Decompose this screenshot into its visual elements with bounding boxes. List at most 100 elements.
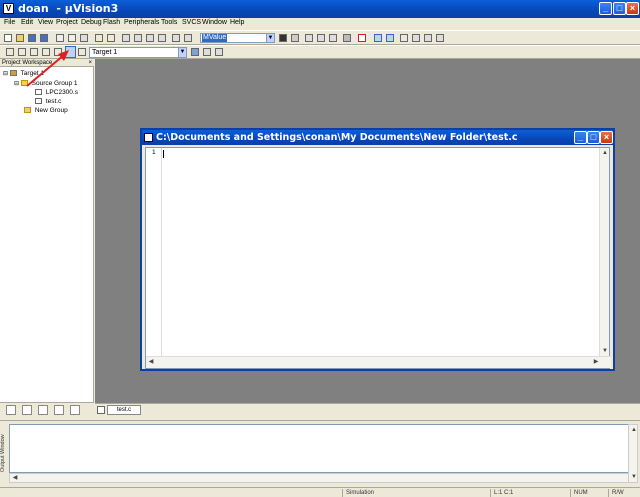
build-icon[interactable]: [18, 48, 26, 56]
menu-view[interactable]: View: [38, 19, 53, 26]
undo-icon[interactable]: [95, 34, 103, 42]
workspace-close-icon[interactable]: ×: [88, 59, 92, 67]
line-number: 1: [152, 149, 156, 156]
output-vertical-scrollbar[interactable]: ▲ ▼: [628, 424, 638, 483]
status-position: L:1 C:1: [490, 489, 570, 497]
editor-maximize-button[interactable]: □: [587, 131, 600, 144]
tree-item-new-group[interactable]: New Group: [24, 107, 68, 115]
stop-build-icon[interactable]: [54, 48, 62, 56]
menu-peripherals[interactable]: Peripherals: [124, 19, 159, 26]
cut-icon[interactable]: [56, 34, 64, 42]
window-title: doan - µVision3: [18, 2, 119, 15]
target-value: Target 1: [92, 49, 118, 56]
debug-session-icon[interactable]: [358, 34, 366, 42]
output-text-area[interactable]: [9, 424, 629, 473]
vertical-scrollbar[interactable]: ▲ ▼: [599, 148, 609, 356]
output-window: Output Window ◀ ▲ ▼: [0, 420, 640, 486]
save-icon[interactable]: [28, 34, 36, 42]
configure-icon[interactable]: [436, 34, 444, 42]
close-button[interactable]: ×: [626, 2, 639, 15]
forward-arrow-icon[interactable]: [317, 34, 325, 42]
chevron-down-icon[interactable]: ▼: [178, 48, 186, 57]
file-icon: [35, 89, 42, 96]
scroll-down-icon[interactable]: ▼: [629, 472, 639, 482]
status-num: NUM: [570, 489, 598, 497]
editor-close-button[interactable]: ×: [600, 131, 613, 144]
menu-flash[interactable]: Flash: [103, 19, 120, 26]
download-icon[interactable]: [78, 48, 86, 56]
templates-tab-icon[interactable]: [70, 405, 80, 415]
workspace-toggle-icon[interactable]: [374, 34, 382, 42]
menu-svcs[interactable]: SVCS: [182, 19, 201, 26]
tree-label: test.c: [45, 98, 62, 105]
find-combo[interactable]: MValue ▼: [200, 33, 275, 43]
maximize-button[interactable]: □: [613, 2, 626, 15]
scroll-up-icon[interactable]: ▲: [629, 425, 639, 435]
editor-window: C:\Documents and Settings\conan\My Docum…: [140, 128, 615, 371]
editor-minimize-button[interactable]: _: [574, 131, 587, 144]
menu-edit[interactable]: Edit: [21, 19, 33, 26]
output-toggle-icon[interactable]: [386, 34, 394, 42]
editor-title-bar: C:\Documents and Settings\conan\My Docum…: [142, 130, 613, 145]
bookmark-clear-icon[interactable]: [158, 34, 166, 42]
minimize-button[interactable]: _: [599, 2, 612, 15]
translate-button[interactable]: [65, 46, 76, 58]
bookmark-next-icon[interactable]: [146, 34, 154, 42]
tree-item-target[interactable]: ⊟ Target 1: [3, 70, 44, 78]
goto-icon[interactable]: [329, 34, 337, 42]
target-select[interactable]: Target 1 ▼: [89, 47, 187, 58]
scroll-left-icon[interactable]: ◀: [10, 473, 20, 483]
copy-icon[interactable]: [68, 34, 76, 42]
paste-icon[interactable]: [80, 34, 88, 42]
chevron-down-icon[interactable]: ▼: [266, 34, 274, 42]
find-in-files-icon[interactable]: [279, 34, 287, 42]
menu-file[interactable]: File: [4, 19, 15, 26]
tab-test-c[interactable]: test.c: [107, 405, 141, 415]
output-horizontal-scrollbar[interactable]: ◀: [9, 473, 629, 483]
document-tabs: test.c: [95, 403, 640, 416]
scroll-right-icon[interactable]: ▶: [591, 357, 601, 367]
horizontal-scrollbar[interactable]: ◀ ▶: [146, 356, 611, 368]
collapse-icon[interactable]: ⊟: [14, 81, 19, 87]
tree-item-source-group[interactable]: ⊟ Source Group 1: [14, 80, 78, 88]
menu-debug[interactable]: Debug: [81, 19, 102, 26]
uvision-app-icon: V: [3, 3, 14, 14]
hand-icon[interactable]: [400, 34, 408, 42]
file-extensions-icon[interactable]: [203, 48, 211, 56]
bookmark-toggle-icon[interactable]: [122, 34, 130, 42]
window-icon[interactable]: [412, 34, 420, 42]
books-tab-icon[interactable]: [38, 405, 48, 415]
scroll-left-icon[interactable]: ◀: [146, 357, 156, 367]
rebuild-icon[interactable]: [30, 48, 38, 56]
tree-label: New Group: [34, 107, 68, 114]
find-icon[interactable]: [291, 34, 299, 42]
open-folder-icon[interactable]: [16, 34, 24, 42]
new-file-icon[interactable]: [4, 34, 12, 42]
indent-icon[interactable]: [172, 34, 180, 42]
scroll-up-icon[interactable]: ▲: [600, 148, 610, 158]
scroll-down-icon[interactable]: ▼: [600, 346, 610, 356]
back-arrow-icon[interactable]: [305, 34, 313, 42]
print-icon[interactable]: [343, 34, 351, 42]
target-options-icon[interactable]: [191, 48, 199, 56]
target-icon: [9, 70, 17, 77]
registers-tab-icon[interactable]: [22, 405, 32, 415]
bookmark-prev-icon[interactable]: [134, 34, 142, 42]
collapse-icon[interactable]: ⊟: [3, 71, 8, 77]
files-tab-icon[interactable]: [6, 405, 16, 415]
window-2-icon[interactable]: [424, 34, 432, 42]
tree-item-file[interactable]: LPC2300.s: [35, 89, 78, 97]
tree-item-file[interactable]: test.c: [35, 98, 61, 106]
menu-project[interactable]: Project: [56, 19, 78, 26]
compile-icon[interactable]: [6, 48, 14, 56]
unindent-icon[interactable]: [184, 34, 192, 42]
menu-help[interactable]: Help: [230, 19, 244, 26]
menu-window[interactable]: Window: [202, 19, 227, 26]
batch-build-icon[interactable]: [42, 48, 50, 56]
menu-tools[interactable]: Tools: [161, 19, 177, 26]
redo-icon[interactable]: [107, 34, 115, 42]
code-editor[interactable]: 1 ▲ ▼ ◀ ▶: [145, 147, 611, 369]
manage-components-icon[interactable]: [215, 48, 223, 56]
save-all-icon[interactable]: [40, 34, 48, 42]
functions-tab-icon[interactable]: [54, 405, 64, 415]
